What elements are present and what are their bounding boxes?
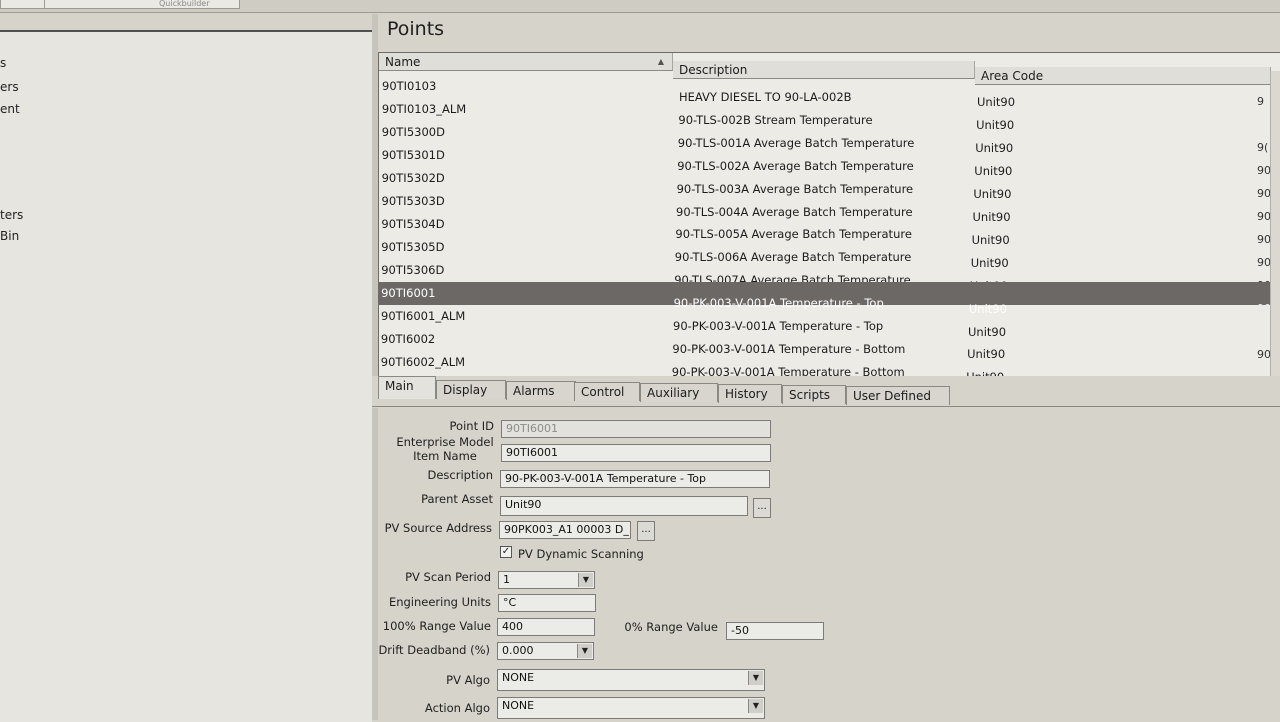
engineering-units-label: Engineering Units — [388, 595, 491, 609]
tree-item[interactable]: ters — [0, 208, 23, 222]
table-row[interactable]: 90TI0103 HEAVY DIESEL TO 90-LA-002B Unit90… — [379, 75, 1280, 109]
point-id-field: 90TI6001 — [501, 420, 771, 438]
table-row[interactable]: 90TI5302D 90-TLS-003A Average Batch Tempe… — [379, 167, 1280, 201]
label-line: Enterprise Model — [396, 435, 494, 449]
action-algo-value: NONE — [502, 699, 535, 712]
description-field[interactable]: 90-PK-003-V-001A Temperature - Top — [500, 470, 770, 488]
parent-asset-label: Parent Asset — [421, 492, 493, 506]
pv-dynamic-scanning-label: PV Dynamic Scanning — [518, 547, 644, 561]
pv-source-address-browse-button[interactable]: ... — [637, 521, 655, 541]
pv-algo-select[interactable]: NONE ▼ — [497, 669, 765, 691]
table-row[interactable]: 90TI5301D 90-TLS-002A Average Batch Tempe… — [379, 144, 1280, 178]
engineering-units-field[interactable]: °C — [498, 594, 596, 612]
pv-algo-value: NONE — [502, 671, 535, 684]
cell-name: 90TI0103_ALM — [381, 102, 467, 116]
parent-asset-field[interactable]: Unit90 — [500, 496, 748, 516]
cell-name: 90TI6002_ALM — [380, 355, 466, 369]
drift-deadband-value: 0.000 — [502, 644, 534, 657]
column-header-label: Name — [385, 55, 421, 69]
pv-source-address-label: PV Source Address — [384, 521, 492, 535]
top-tab-left[interactable] — [0, 0, 48, 9]
drift-deadband-select[interactable]: 0.000 ▼ — [497, 642, 594, 660]
tree-item[interactable]: ent — [0, 102, 20, 116]
top-tab-label: Quickbuilder — [159, 0, 210, 8]
drift-deadband-label: Drift Deadband (%) — [378, 643, 490, 657]
detail-tab-strip: Main Display Alarms Control Auxiliary Hi… — [372, 376, 1280, 408]
cell-name: 90TI6001 — [381, 286, 436, 300]
table-row[interactable]: 90TI5303D 90-TLS-004A Average Batch Tempe… — [379, 190, 1280, 224]
pv-scan-period-label: PV Scan Period — [405, 570, 491, 584]
table-row[interactable]: 90TI5306D 90-TLS-007A Average Batch Tempe… — [379, 259, 1280, 293]
tree-item[interactable]: s — [0, 56, 6, 70]
table-row[interactable]: 90TI5304D 90-TLS-005A Average Batch Tempe… — [379, 213, 1280, 247]
table-row[interactable]: 90TI6002 90-PK-003-V-001A Temperature - B… — [379, 328, 1280, 361]
enterprise-model-item-name-label: Enterprise Model Item Name — [388, 435, 502, 463]
chevron-down-icon[interactable]: ▼ — [748, 699, 763, 713]
range-0-label: 0% Range Value — [624, 620, 718, 634]
chevron-down-icon[interactable]: ▼ — [578, 573, 593, 587]
tab-auxiliary[interactable]: Auxiliary — [640, 383, 718, 402]
parent-asset-browse-button[interactable]: ... — [753, 498, 771, 518]
top-tab-quickbuilder[interactable]: Quickbuilder — [44, 0, 240, 9]
cell-name: 90TI5306D — [381, 263, 445, 277]
pv-scan-period-select[interactable]: 1 ▼ — [498, 571, 595, 589]
pv-scan-period-value: 1 — [503, 573, 510, 586]
tab-history[interactable]: History — [718, 384, 782, 403]
tab-control[interactable]: Control — [574, 382, 640, 401]
tab-scripts[interactable]: Scripts — [782, 385, 846, 404]
cell-name: 90TI0103 — [382, 79, 437, 93]
range-100-label: 100% Range Value — [382, 619, 491, 633]
top-toolbar-strip: Quickbuilder — [0, 0, 1280, 13]
table-row[interactable]: 90TI5300D 90-TLS-001A Average Batch Tempe… — [379, 121, 1280, 155]
tree-item[interactable]: Bin — [0, 229, 19, 243]
main-tab-form: Point ID 90TI6001 Enterprise Model Item … — [372, 407, 1280, 720]
action-algo-select[interactable]: NONE ▼ — [497, 697, 765, 719]
chevron-down-icon[interactable]: ▼ — [748, 671, 763, 685]
tab-main[interactable]: Main — [378, 376, 436, 399]
grid-vertical-scrollbar[interactable] — [1270, 71, 1280, 385]
cell-name: 90TI5305D — [381, 240, 445, 254]
cell-name: 90TI5303D — [381, 194, 445, 208]
pv-algo-label: PV Algo — [446, 673, 490, 687]
chevron-down-icon[interactable]: ▼ — [577, 644, 592, 658]
table-row[interactable]: 90TI5305D 90-TLS-006A Average Batch Tempe… — [379, 236, 1280, 270]
tab-user-defined[interactable]: User Defined — [846, 386, 950, 405]
page-title: Points — [387, 18, 445, 40]
pv-source-address-field[interactable]: 90PK003_A1 00003 D_10 — [499, 521, 631, 539]
cell-name: 90TI5301D — [381, 148, 445, 162]
cell-name: 90TI5300D — [381, 125, 445, 139]
column-header-name[interactable]: Name ▲ — [379, 53, 673, 71]
points-grid: Name ▲ Description Area Code 90TI0103 HEA… — [378, 52, 1280, 386]
description-label: Description — [427, 468, 494, 482]
cell-name: 90TI6001_ALM — [381, 309, 466, 323]
range-0-field[interactable]: -50 — [726, 622, 824, 640]
tab-alarms[interactable]: Alarms — [506, 381, 576, 400]
cell-name: 90TI6002 — [380, 332, 436, 346]
sort-ascending-icon: ▲ — [657, 57, 664, 66]
action-algo-label: Action Algo — [424, 701, 490, 715]
table-row[interactable]: 90TI0103_ALM 90-TLS-002B Stream Temperatu… — [379, 98, 1280, 132]
tree-item[interactable]: ers — [0, 80, 19, 94]
left-tree-pane: s ers ent ters Bin — [0, 30, 372, 722]
pv-dynamic-scanning-checkbox[interactable]: ✓ — [500, 546, 512, 558]
table-row[interactable]: 90TI6001 90-PK-003-V-001A Temperature - T… — [379, 282, 1280, 316]
table-row[interactable]: 90TI6002_ALM 90-PK-003-V-001A Temperature… — [379, 351, 1280, 384]
tab-display[interactable]: Display — [436, 380, 506, 399]
point-id-label: Point ID — [449, 419, 494, 433]
cell-name: 90TI5304D — [381, 217, 445, 231]
table-row[interactable]: 90TI6001_ALM 90-PK-003-V-001A Temperature… — [379, 305, 1280, 339]
enterprise-model-item-name-field[interactable]: 90TI6001 — [501, 444, 771, 462]
cell-name: 90TI5302D — [381, 171, 445, 185]
range-100-field[interactable]: 400 — [497, 618, 595, 636]
label-line: Item Name — [413, 449, 477, 463]
